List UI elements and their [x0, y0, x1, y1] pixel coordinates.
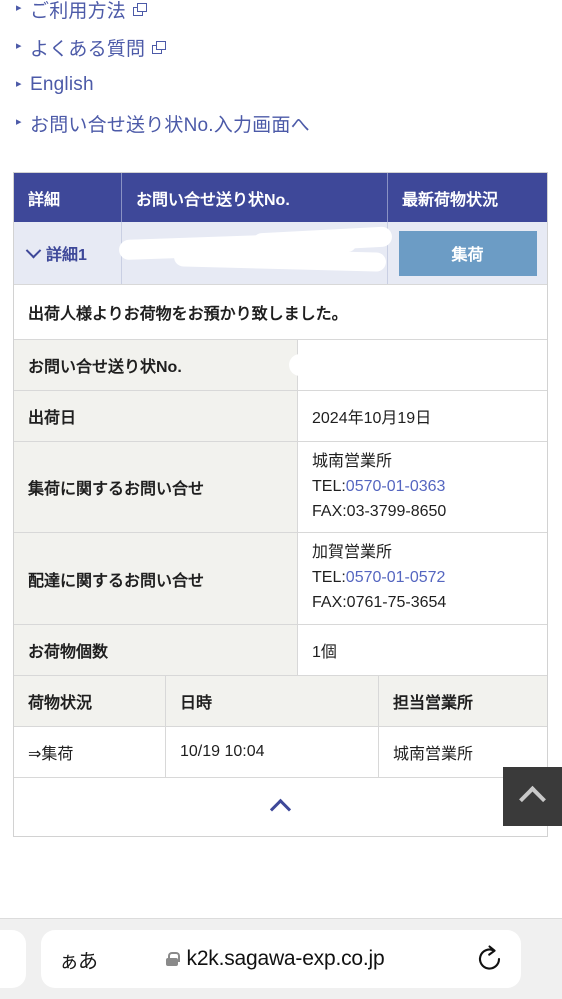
office-name: 城南営業所	[312, 453, 393, 470]
link-item-tracking-input[interactable]: ▸ お問い合せ送り状No.入力画面へ	[0, 104, 562, 142]
chevron-up-icon	[269, 799, 292, 821]
row-value	[289, 340, 547, 390]
browser-toolbar: ぁあ k2k.sagawa-exp.co.jp	[0, 918, 562, 999]
reload-icon	[478, 945, 501, 970]
latest-status-cell: 集荷	[387, 222, 547, 284]
row-label: お問い合せ送り状No.	[14, 340, 298, 390]
lock-icon	[165, 952, 180, 966]
fax-line: FAX:03-3799-8650	[312, 502, 447, 520]
triangle-bullet-icon: ▸	[16, 77, 22, 90]
row-value: 1個	[298, 624, 547, 675]
row-value: 城南営業所 TEL:0570-01-0363 FAX:03-3799-8650	[298, 442, 547, 533]
url-text: k2k.sagawa-exp.co.jp	[186, 947, 385, 970]
adjacent-tab-card[interactable]	[0, 930, 26, 988]
detail-toggle-button[interactable]: 詳細1	[14, 222, 121, 284]
table-row: 出荷日 2024年10月19日	[14, 390, 547, 441]
triangle-bullet-icon: ▸	[16, 115, 22, 128]
link-item-faq[interactable]: ▸ よくある質問	[0, 28, 562, 66]
triangle-bullet-icon: ▸	[16, 1, 22, 14]
row-label: お荷物個数	[14, 624, 298, 675]
tracking-result-card: 詳細 お問い合せ送り状No. 最新荷物状況 詳細1 集荷 出荷人様よりお荷物をお…	[13, 172, 548, 837]
scroll-to-top-button[interactable]	[503, 767, 562, 826]
telephone-line: TEL:0570-01-0363	[312, 475, 446, 500]
table-row: お問い合せ送り状No.	[14, 339, 547, 390]
tracking-number-cell	[118, 222, 393, 284]
table-row: ⇒集荷 10/19 10:04 城南営業所	[14, 725, 547, 777]
row-value: 2024年10月19日	[298, 391, 547, 441]
telephone-link[interactable]: 0570-01-0572	[346, 569, 446, 586]
tel-prefix: TEL:	[312, 569, 346, 587]
history-status: ⇒集荷	[28, 745, 74, 763]
history-table-header: 荷物状況 日時 担当営業所	[14, 674, 547, 726]
chevron-up-icon	[519, 785, 546, 813]
external-link-icon	[152, 40, 167, 54]
link-item-english[interactable]: ▸ English	[0, 66, 562, 104]
table-row: 集荷に関するお問い合せ 城南営業所 TEL:0570-01-0363 FAX:0…	[14, 441, 547, 533]
link-label: English	[30, 74, 94, 95]
history-column-status: 荷物状況	[28, 694, 93, 712]
chevron-down-icon	[25, 242, 42, 258]
quick-link-list: ▸ ご利用方法 ▸ よくある質問 ▸ English ▸ お問い合せ送り状No.…	[0, 0, 562, 142]
column-header-detail: 詳細	[28, 191, 61, 209]
url-display[interactable]: k2k.sagawa-exp.co.jp	[103, 947, 447, 971]
tracking-summary-row: 詳細1 集荷	[14, 222, 547, 284]
table-row: 配達に関するお問い合せ 加賀営業所 TEL:0570-01-0572 FAX:0…	[14, 532, 547, 624]
history-datetime: 10/19 10:04	[165, 726, 378, 777]
redaction-mark	[251, 226, 393, 254]
row-label: 集荷に関するお問い合せ	[14, 442, 298, 533]
telephone-line: TEL:0570-01-0572	[312, 566, 446, 591]
history-column-datetime: 日時	[165, 675, 378, 726]
triangle-bullet-icon: ▸	[16, 39, 22, 52]
office-name: 加賀営業所	[312, 544, 393, 562]
row-label: 出荷日	[14, 391, 298, 441]
table-row: お荷物個数 1個	[14, 623, 547, 675]
fax-line: FAX:0761-75-3654	[312, 593, 447, 611]
status-badge[interactable]: 集荷	[398, 230, 537, 276]
link-label: ご利用方法	[30, 0, 127, 22]
row-value: 加賀営業所 TEL:0570-01-0572 FAX:0761-75-3654	[298, 533, 547, 624]
collapse-detail-button[interactable]	[14, 776, 547, 836]
telephone-link[interactable]: 0570-01-0363	[346, 478, 446, 495]
link-label: お問い合せ送り状No.入力画面へ	[30, 114, 310, 136]
external-link-icon	[133, 2, 148, 16]
history-column-office: 担当営業所	[378, 675, 547, 726]
tel-prefix: TEL:	[312, 477, 346, 495]
detail-toggle-label: 詳細1	[46, 247, 87, 264]
redaction-mark	[289, 354, 319, 376]
pickup-notice-text: 出荷人様よりお荷物をお預かり致しました。	[14, 284, 547, 339]
address-bar[interactable]: ぁあ k2k.sagawa-exp.co.jp	[41, 930, 521, 988]
column-header-latest-status: 最新荷物状況	[387, 173, 547, 222]
mobile-browser-screen: ▸ ご利用方法 ▸ よくある質問 ▸ English ▸ お問い合せ送り状No.…	[0, 0, 562, 999]
column-header-tracking-number: お問い合せ送り状No.	[121, 173, 387, 222]
webpage-content: ▸ ご利用方法 ▸ よくある質問 ▸ English ▸ お問い合せ送り状No.…	[0, 0, 562, 918]
link-label: よくある質問	[30, 38, 146, 60]
reload-button[interactable]	[459, 945, 521, 973]
row-label: 配達に関するお問い合せ	[14, 533, 298, 624]
tracking-table-header: 詳細 お問い合せ送り状No. 最新荷物状況	[14, 173, 547, 222]
link-item-usage[interactable]: ▸ ご利用方法	[0, 0, 562, 28]
